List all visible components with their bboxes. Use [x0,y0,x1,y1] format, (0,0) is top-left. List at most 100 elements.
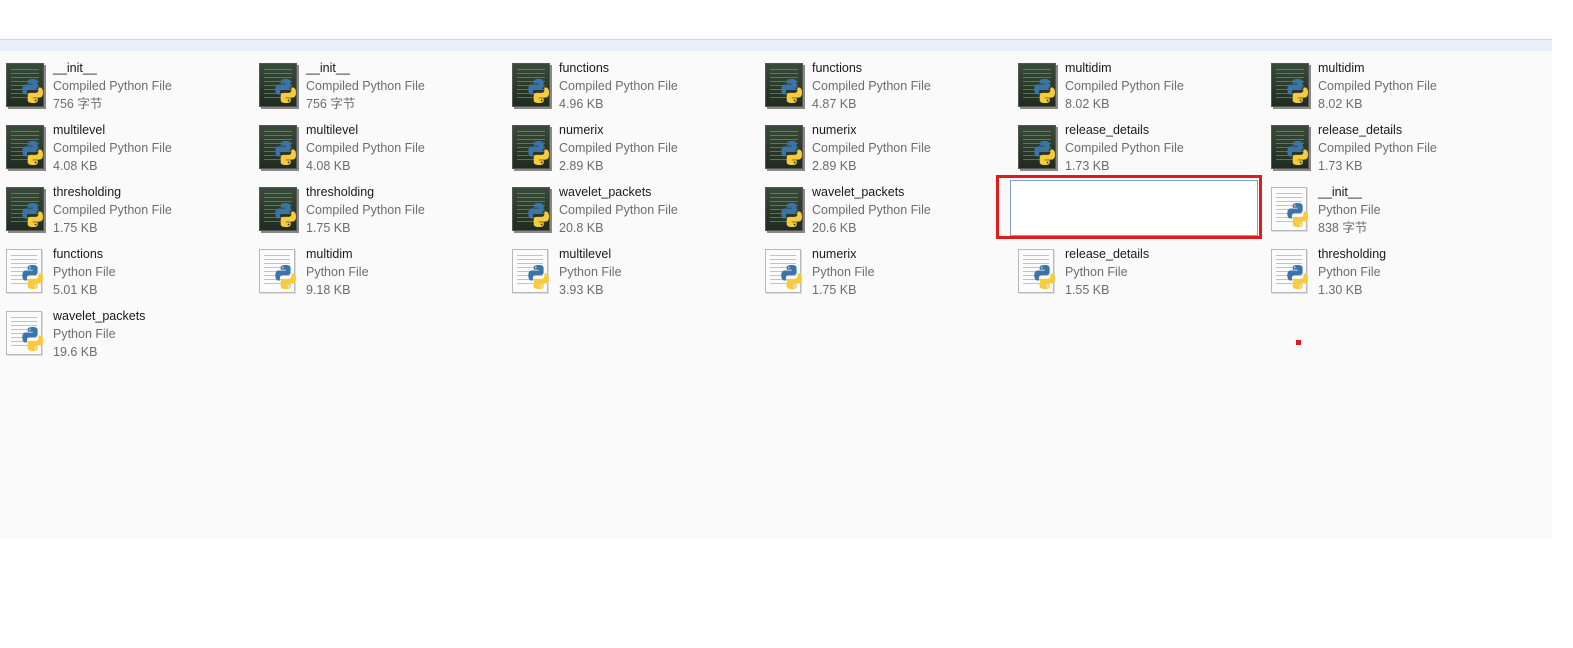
file-type: Compiled Python File [812,203,931,217]
python-logo-icon [528,203,549,227]
python-logo-icon [1287,265,1308,289]
file-item[interactable]: functions Compiled Python File 4.87 KB [759,58,1012,120]
file-name: multilevel [53,123,106,137]
file-name: wavelet_packets [559,185,652,199]
file-name: thresholding [53,185,122,199]
file-item[interactable]: numerix Compiled Python File 2.89 KB [759,120,1012,182]
file-type: Python File [53,327,116,341]
file-type: Compiled Python File [559,79,678,93]
file-name: functions [812,61,863,75]
file-item[interactable]: multidim Compiled Python File 8.02 KB [1012,58,1265,120]
file-size: 756 字节 [53,97,103,111]
compiled-python-icon [257,122,301,170]
file-type: Python File [1318,265,1381,279]
file-meta: __init__ Compiled Python File 756 字节 [306,59,425,113]
file-item[interactable]: multilevel Compiled Python File 4.08 KB [253,120,506,182]
file-name: numerix [812,247,857,261]
file-name: functions [559,61,610,75]
python-logo-icon [275,265,296,289]
red-marker [1296,340,1301,345]
file-meta: functions Compiled Python File 4.96 KB [559,59,678,113]
python-logo-icon [1287,141,1308,165]
compiled-python-icon [1016,122,1060,170]
file-size: 1.75 KB [53,221,98,235]
file-size: 756 字节 [306,97,356,111]
file-size: 1.73 KB [1318,159,1363,173]
file-item[interactable]: multidim Compiled Python File 8.02 KB [1265,58,1518,120]
file-name: __init__ [306,61,350,75]
python-logo-icon [1034,265,1055,289]
python-logo-icon [275,79,296,103]
file-item[interactable]: wavelet_packets Python File 19.6 KB [0,306,253,368]
file-item[interactable]: release_details Compiled Python File 1.73 … [1012,120,1265,182]
file-type: Compiled Python File [559,203,678,217]
file-name: multilevel [306,123,359,137]
file-meta: functions Compiled Python File 4.87 KB [812,59,931,113]
python-logo-icon [275,203,296,227]
file-name: numerix [559,123,604,137]
file-item[interactable]: __init__ Python File 838 字节 [1265,182,1518,244]
python-logo-icon [781,203,802,227]
file-meta: wavelet_packets Compiled Python File 20.8 … [559,183,678,237]
python-logo-icon [22,327,43,351]
file-size: 2.89 KB [559,159,604,173]
file-type: Compiled Python File [1065,141,1184,155]
python-file-icon [4,308,48,356]
file-meta: multidim Compiled Python File 8.02 KB [1318,59,1437,113]
python-logo-icon [1034,79,1055,103]
file-item[interactable]: thresholding Compiled Python File 1.75 KB [253,182,506,244]
file-item[interactable]: multilevel Compiled Python File 4.08 KB [0,120,253,182]
file-item[interactable]: wavelet_packets Compiled Python File 20.6 … [759,182,1012,244]
python-file-icon [257,246,301,294]
file-size: 4.08 KB [306,159,351,173]
file-size: 20.8 KB [559,221,604,235]
file-type: Compiled Python File [559,141,678,155]
python-file-icon [1269,184,1313,232]
file-item[interactable]: __init__ Compiled Python File 756 字节 [253,58,506,120]
file-item[interactable]: numerix Python File 1.75 KB [759,244,1012,306]
file-item[interactable]: multidim Python File 9.18 KB [253,244,506,306]
window-top-area [0,0,1552,39]
file-size: 20.6 KB [812,221,857,235]
file-type: Compiled Python File [1065,79,1184,93]
file-size: 4.87 KB [812,97,857,111]
file-item[interactable]: release_details Python File 1.55 KB [1012,244,1265,306]
file-item[interactable]: functions Compiled Python File 4.96 KB [506,58,759,120]
python-logo-icon [781,265,802,289]
file-size: 1.73 KB [1065,159,1110,173]
file-item[interactable]: wavelet_packets Compiled Python File 20.8 … [506,182,759,244]
compiled-python-icon [1016,60,1060,108]
file-size: 4.08 KB [53,159,98,173]
python-logo-icon [275,141,296,165]
compiled-python-icon [257,60,301,108]
python-logo-icon [781,79,802,103]
file-item[interactable]: multilevel Python File 3.93 KB [506,244,759,306]
python-logo-icon [1287,203,1308,227]
compiled-python-icon [4,184,48,232]
file-name: thresholding [306,185,375,199]
file-meta: __init__ Python File 838 字节 [1318,183,1381,237]
file-type: Python File [306,265,369,279]
file-item[interactable]: thresholding Python File 1.30 KB [1265,244,1518,306]
file-type: Compiled Python File [1318,79,1437,93]
file-item[interactable]: functions Python File 5.01 KB [0,244,253,306]
file-item[interactable]: thresholding Compiled Python File 1.75 KB [0,182,253,244]
file-item[interactable]: numerix Compiled Python File 2.89 KB [506,120,759,182]
file-meta: __init__ Compiled Python File 756 字节 [53,59,172,113]
selected-item-frame [1010,180,1258,236]
file-size: 1.75 KB [306,221,351,235]
file-type: Compiled Python File [53,79,172,93]
file-meta: multidim Compiled Python File 8.02 KB [1065,59,1184,113]
compiled-python-icon [763,60,807,108]
file-name: multidim [1318,61,1365,75]
file-list-panel: __init__ Compiled Python File 756 字节 __ini… [0,51,1552,539]
file-size: 3.93 KB [559,283,604,297]
file-item[interactable]: release_details Compiled Python File 1.73 … [1265,120,1518,182]
file-meta: numerix Python File 1.75 KB [812,245,875,299]
compiled-python-icon [763,122,807,170]
file-name: release_details [1065,247,1150,261]
file-size: 1.30 KB [1318,283,1363,297]
file-size: 2.89 KB [812,159,857,173]
file-item[interactable]: __init__ Compiled Python File 756 字节 [0,58,253,120]
python-logo-icon [528,265,549,289]
